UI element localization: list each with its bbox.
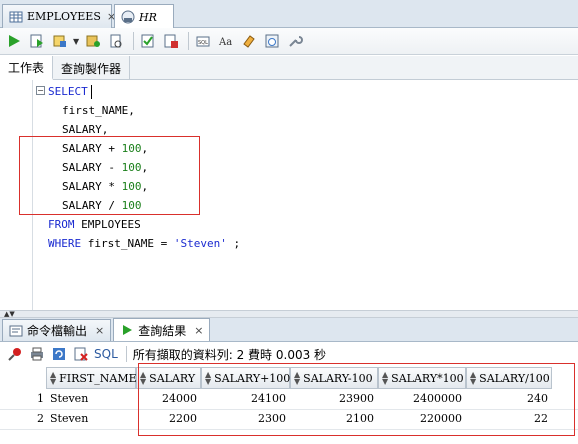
splitter-arrows-icon[interactable]: ▲▼	[4, 310, 15, 318]
tab-query-result[interactable]: 查詢結果 ×	[113, 318, 211, 341]
code-line-from: FROM EMPLOYEES	[48, 218, 141, 231]
table-cell[interactable]: Steven	[46, 389, 136, 409]
sql-history-button[interactable]: SQL	[193, 31, 213, 51]
wrench-icon	[289, 36, 304, 47]
refresh-icon	[53, 348, 65, 360]
clock-icon	[265, 34, 279, 48]
play-icon	[120, 323, 134, 337]
results-grid[interactable]: ▲ ▼ FIRST_NAME ▲ ▼ SALARY ▲ ▼ SALARY+100 ▲ ▼…	[0, 363, 578, 444]
sql-link[interactable]: SQL	[94, 347, 118, 361]
tab-script-output[interactable]: 命令檔輸出 ×	[2, 319, 112, 341]
table-cell[interactable]: Steven	[46, 409, 136, 429]
autotrace-button[interactable]	[138, 31, 158, 51]
tab-query-builder[interactable]: 查詢製作器	[53, 56, 131, 80]
freeze-pin-button[interactable]	[6, 345, 24, 363]
play-icon	[9, 35, 20, 47]
eraser-icon	[243, 35, 255, 48]
tools-button[interactable]	[285, 31, 305, 51]
close-icon[interactable]: ×	[95, 324, 104, 337]
document-tab-strip: EMPLOYEES × HR	[0, 0, 578, 29]
tab-employees-label: EMPLOYEES	[27, 10, 101, 23]
tab-hr[interactable]: HR	[114, 4, 174, 29]
tab-query-result-label: 查詢結果	[138, 323, 187, 338]
cancel-icon	[74, 347, 88, 361]
sql-history-icon: SQL	[196, 36, 210, 47]
case-toggle-icon: Aa	[218, 37, 232, 48]
svg-text:SQL: SQL	[198, 40, 208, 46]
tab-hr-label: HR	[139, 10, 157, 24]
sql-tuning-button[interactable]	[161, 31, 181, 51]
pin-icon	[8, 348, 21, 361]
keyword-select: SELECT	[48, 85, 88, 98]
cancel-query-button[interactable]	[72, 345, 90, 363]
code-line-select: SELECT	[48, 82, 92, 101]
toolbar-divider	[188, 32, 190, 50]
to-upper-lower-button[interactable]: Aa	[216, 31, 236, 51]
rollback-icon	[86, 35, 101, 47]
sql-editor[interactable]: − SELECT first_NAME, SALARY, SALARY + 10…	[0, 80, 578, 310]
panel-splitter[interactable]: ▲▼	[0, 310, 578, 318]
database-commit-icon	[53, 35, 66, 47]
explain-plan-button[interactable]	[106, 31, 126, 51]
worksheet-toolbar: ▼ SQL Aa	[0, 28, 578, 55]
worksheet-subtabs: 工作表 查詢製作器	[0, 56, 578, 80]
code-line-where: WHERE first_NAME = 'Steven' ;	[48, 237, 241, 250]
row-number: 2	[37, 412, 44, 425]
explain-plan-icon	[110, 34, 122, 48]
tab-employees[interactable]: EMPLOYEES ×	[2, 4, 116, 28]
checklist-icon	[141, 34, 154, 48]
run-script-button[interactable]	[27, 31, 47, 51]
chevron-down-icon[interactable]: ▼	[73, 37, 79, 46]
toolbar-divider	[133, 32, 135, 50]
printer-icon	[31, 347, 43, 361]
output-tab-strip: 命令檔輸出 × 查詢結果 ×	[0, 318, 578, 342]
close-icon[interactable]: ×	[194, 324, 203, 337]
run-script-icon	[30, 34, 43, 48]
code-line-first-name: first_NAME,	[62, 104, 135, 117]
row-number: 1	[37, 392, 44, 405]
print-button[interactable]	[28, 345, 46, 363]
svg-text:Aa: Aa	[218, 37, 232, 48]
fetch-status-text: 所有擷取的資料列: 2 費時 0.003 秒	[132, 347, 327, 362]
column-header-first-name[interactable]: ▲ ▼ FIRST_NAME	[46, 367, 137, 389]
highlight-box-results	[138, 363, 575, 436]
sql-worksheet-icon	[121, 10, 135, 24]
toolbar-divider	[125, 346, 127, 362]
rollback-button[interactable]	[83, 31, 103, 51]
script-output-icon	[9, 324, 23, 338]
sort-arrows-icon: ▲ ▼	[50, 370, 57, 386]
tab-script-output-label: 命令檔輸出	[27, 324, 88, 338]
clear-button[interactable]	[239, 31, 259, 51]
table-icon	[9, 10, 23, 24]
tab-worksheet[interactable]: 工作表	[0, 56, 54, 80]
commit-button[interactable]	[50, 31, 70, 51]
refresh-button[interactable]	[50, 345, 68, 363]
highlight-box-expressions	[19, 136, 200, 215]
text-cursor	[90, 85, 92, 99]
fold-collapse-icon[interactable]: −	[36, 86, 45, 95]
run-statement-button[interactable]	[4, 31, 24, 51]
history-button[interactable]	[262, 31, 282, 51]
tuning-icon	[164, 34, 179, 48]
